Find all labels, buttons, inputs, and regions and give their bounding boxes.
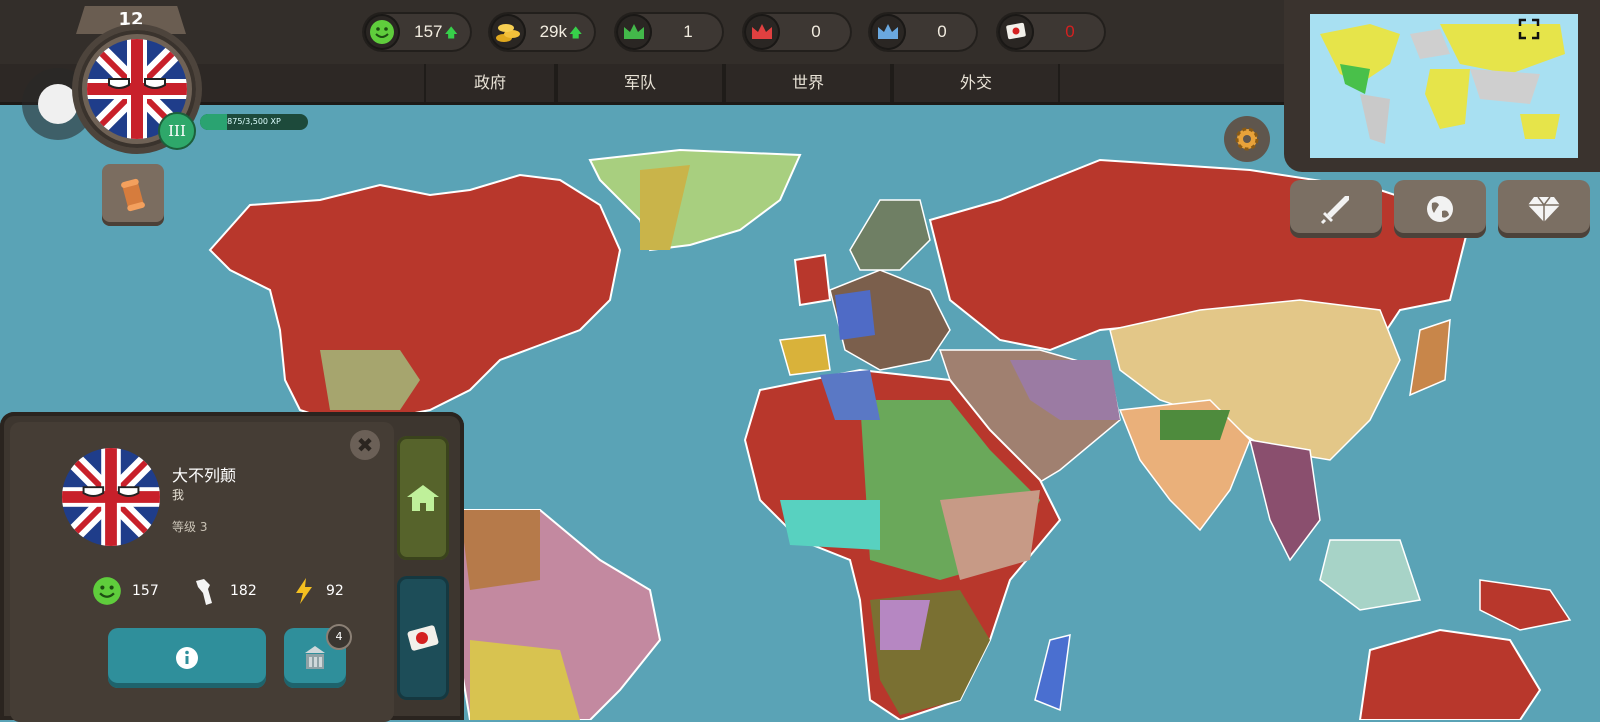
joystick-knob[interactable]	[38, 84, 78, 124]
gold-value: 29k	[539, 22, 568, 41]
player-rank-badge: III	[158, 112, 196, 150]
soldier-icon	[196, 579, 212, 605]
happiness-value: 157	[414, 22, 443, 41]
war-button[interactable]	[1290, 180, 1382, 238]
xp-progress-bar: 875/3,500 XP	[200, 114, 308, 130]
stat-happiness: 157	[92, 576, 159, 606]
resource-allies[interactable]: 1	[614, 12, 724, 52]
resource-gold[interactable]: 29k 🡅	[488, 12, 596, 52]
resource-vassals[interactable]: 0	[868, 12, 978, 52]
blue-crown-icon	[870, 14, 906, 50]
stat-energy: 92	[292, 576, 344, 606]
stat-manpower: 182	[190, 576, 257, 606]
country-level-label: 等级 3	[172, 520, 208, 534]
country-name: 大不列颠	[172, 466, 237, 485]
fullscreen-icon[interactable]	[1518, 18, 1540, 40]
green-crown-icon	[616, 14, 652, 50]
resource-enemies[interactable]: 0	[742, 12, 852, 52]
scroll-button[interactable]	[102, 164, 164, 226]
home-icon	[407, 485, 439, 511]
red-crown-icon	[744, 14, 780, 50]
cards-value: 0	[1065, 22, 1075, 41]
card-icon	[407, 625, 439, 651]
smiley-icon	[93, 577, 121, 605]
building-icon	[305, 646, 325, 669]
region-usa-south	[320, 350, 420, 410]
enemies-value: 0	[811, 22, 821, 41]
sword-icon	[1320, 196, 1349, 225]
close-panel-button[interactable]: ✖	[350, 430, 380, 460]
buildings-count-badge: 4	[326, 624, 352, 650]
scroll-icon	[121, 178, 145, 212]
xp-progress-text: 875/3,500 XP	[227, 117, 281, 126]
card-icon	[998, 14, 1034, 50]
allies-value: 1	[683, 22, 693, 41]
resource-cards[interactable]: 0	[996, 12, 1106, 52]
country-info-button[interactable]	[108, 628, 266, 688]
diamond-icon	[1528, 196, 1560, 222]
world-button[interactable]	[1394, 180, 1486, 238]
coins-icon	[490, 14, 526, 50]
lightning-icon	[296, 578, 312, 604]
tab-diplomacy[interactable]: 外交	[892, 64, 1060, 102]
gear-icon	[1235, 127, 1259, 151]
close-icon: ✖	[356, 433, 374, 457]
tab-government[interactable]: 政府	[424, 64, 556, 102]
globe-icon	[1427, 196, 1453, 222]
info-icon	[176, 647, 198, 669]
minimap-frame	[1284, 0, 1600, 172]
stat-happiness-value: 157	[132, 583, 159, 599]
tab-army[interactable]: 军队	[556, 64, 724, 102]
stat-energy-value: 92	[326, 583, 344, 599]
tab-world[interactable]: 世界	[724, 64, 892, 102]
card-button[interactable]	[397, 576, 449, 700]
stat-manpower-value: 182	[230, 583, 257, 599]
settings-button[interactable]	[1224, 116, 1270, 162]
smiley-icon	[364, 14, 400, 50]
vassals-value: 0	[937, 22, 947, 41]
premium-button[interactable]	[1498, 180, 1590, 238]
resource-happiness[interactable]: 157 🡅	[362, 12, 472, 52]
trend-up-icon: 🡅	[444, 25, 458, 40]
region-uk	[793, 253, 832, 307]
trend-up-icon: 🡅	[569, 25, 583, 40]
country-flag-avatar	[62, 448, 160, 546]
country-owner-label: 我	[172, 488, 185, 502]
capital-button[interactable]	[397, 436, 449, 560]
